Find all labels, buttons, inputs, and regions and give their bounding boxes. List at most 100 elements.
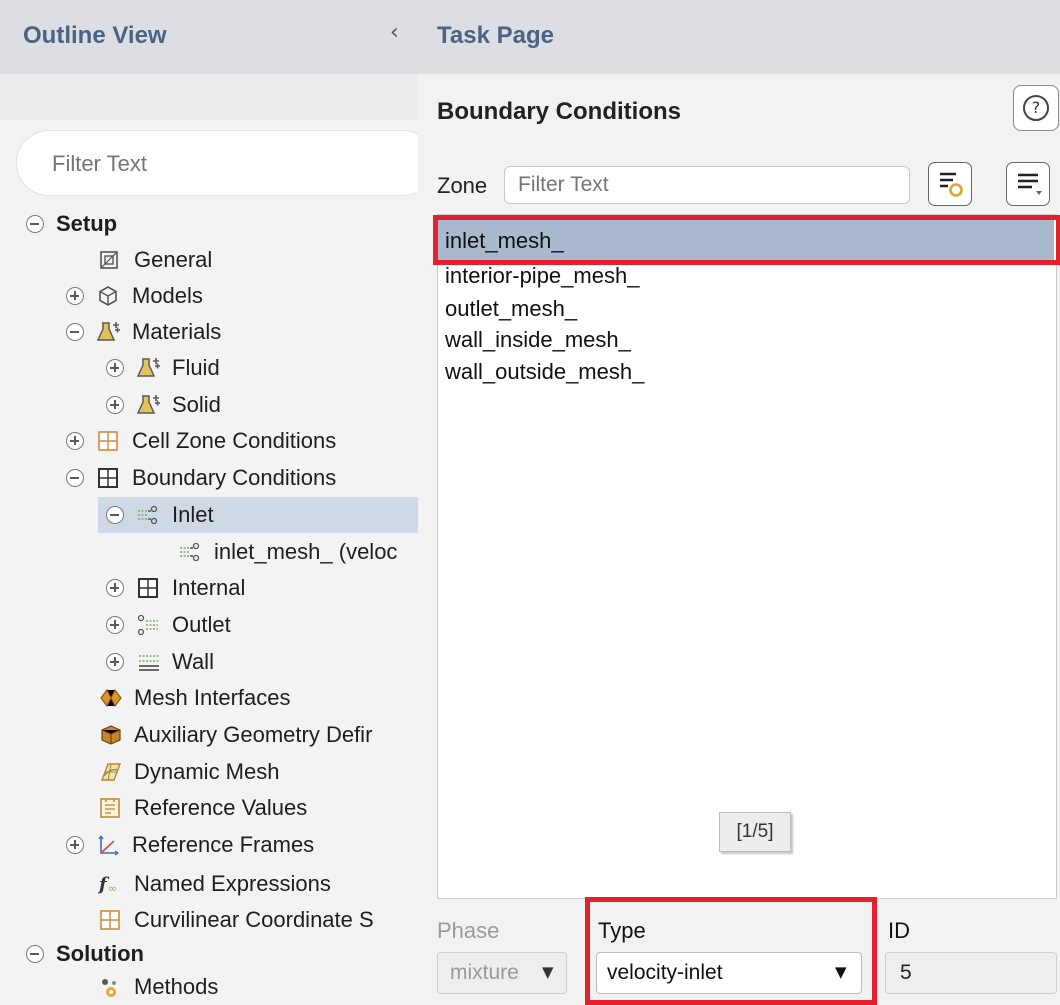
materials-icon: [136, 393, 162, 417]
tree-item-label: General: [134, 247, 213, 272]
collapse-toggle-icon[interactable]: [66, 323, 84, 341]
expand-toggle-icon[interactable]: [66, 287, 84, 305]
tree-item-label: Inlet: [172, 502, 214, 527]
reference-frames-icon: [96, 833, 122, 857]
tree-item-wall[interactable]: Wall: [106, 644, 214, 680]
boundary-icon: [96, 466, 122, 490]
expand-toggle-icon[interactable]: [106, 653, 124, 671]
chevron-down-icon: ▼: [542, 963, 554, 981]
tree-item-materials[interactable]: Materials: [66, 314, 221, 350]
expand-toggle-icon[interactable]: [66, 432, 84, 450]
tree-item-label: Outlet: [172, 612, 231, 637]
tree-item-inlet-mesh[interactable]: inlet_mesh_ (veloc: [178, 534, 397, 570]
tree-item-label: Solid: [172, 392, 221, 417]
collapse-toggle-icon[interactable]: [26, 215, 44, 233]
tree-item-inlet[interactable]: Inlet: [98, 497, 418, 533]
tree-item-label: Cell Zone Conditions: [132, 428, 337, 453]
named-expressions-icon: f ∞: [97, 872, 124, 896]
id-label: ID: [888, 918, 910, 943]
expand-toggle-icon[interactable]: [106, 616, 124, 634]
annotation-highlight-zone: [433, 215, 1060, 265]
tree-item-label: Boundary Conditions: [132, 465, 337, 490]
tree-item-internal[interactable]: Internal: [106, 570, 245, 606]
tree-item-label: Mesh Interfaces: [134, 685, 291, 710]
tree-item-label: Named Expressions: [134, 871, 331, 896]
tree-item-methods[interactable]: Methods: [98, 969, 218, 1005]
tree-item-reference-values[interactable]: Reference Values: [98, 790, 307, 826]
svg-text:∞: ∞: [108, 882, 117, 895]
id-value: 5: [900, 961, 912, 984]
tree-item-mesh-interfaces[interactable]: Mesh Interfaces: [98, 680, 291, 716]
zone-label: Zone: [437, 173, 488, 198]
collapse-toggle-icon[interactable]: [26, 945, 44, 963]
tree-item-label: Setup: [56, 211, 118, 236]
tree-item-dynamic-mesh[interactable]: Dynamic Mesh: [98, 754, 279, 790]
dynamic-mesh-icon: [98, 760, 124, 784]
wall-icon: [136, 650, 162, 674]
tree-item-curvilinear-coordinate[interactable]: Curvilinear Coordinate S: [98, 902, 374, 938]
zone-item-outlet-mesh[interactable]: outlet_mesh_: [445, 292, 577, 326]
tree-item-setup[interactable]: Setup: [26, 206, 117, 242]
tree-item-solution[interactable]: Solution: [26, 936, 144, 972]
tree-item-label: Models: [132, 283, 203, 308]
expand-toggle-icon[interactable]: [106, 579, 124, 597]
inlet-icon: [178, 540, 204, 564]
tree-item-fluid[interactable]: Fluid: [106, 350, 220, 386]
zone-item-wall-inside-mesh[interactable]: wall_inside_mesh_: [445, 323, 631, 357]
auxiliary-geometry-icon: [98, 723, 124, 747]
list-options-button[interactable]: [1006, 162, 1050, 206]
phase-value: mixture: [450, 961, 519, 984]
collapse-panel-icon[interactable]: ‹: [390, 20, 399, 45]
tree-item-boundary-conditions[interactable]: Boundary Conditions: [66, 460, 336, 496]
tree-item-label: Reference Frames: [132, 832, 315, 857]
tree-item-label: Wall: [172, 649, 214, 674]
tree-item-cell-zone-conditions[interactable]: Cell Zone Conditions: [66, 423, 336, 459]
boundary-icon: [136, 576, 162, 600]
outline-toolbar-band: [0, 74, 418, 120]
zone-filter-input[interactable]: [516, 172, 900, 198]
tree-item-label: Methods: [134, 974, 219, 999]
tree-item-label: Fluid: [172, 355, 220, 380]
cell-zone-icon: [96, 429, 122, 453]
reference-values-icon: [98, 796, 124, 820]
phase-select: mixture ▼: [437, 952, 567, 994]
tree-item-named-expressions[interactable]: f ∞ Named Expressions: [97, 866, 331, 902]
tree-item-label: Dynamic Mesh: [134, 759, 280, 784]
section-title: Boundary Conditions: [437, 98, 681, 125]
tree-item-general[interactable]: General: [98, 242, 212, 278]
tree-item-label: Internal: [172, 575, 246, 600]
methods-icon: [98, 975, 124, 999]
zone-item-wall-outside-mesh[interactable]: wall_outside_mesh_: [445, 355, 644, 389]
tree-item-reference-frames[interactable]: Reference Frames: [66, 827, 314, 863]
tree-item-auxiliary-geometry[interactable]: Auxiliary Geometry Defir: [98, 717, 372, 753]
models-icon: [96, 284, 122, 308]
filter-options-button[interactable]: [928, 162, 972, 206]
materials-icon: [136, 356, 162, 380]
tree-item-label: Curvilinear Coordinate S: [134, 907, 374, 932]
outlet-icon: [136, 613, 162, 637]
tree-item-label: Reference Values: [134, 795, 308, 820]
tree-item-label: Auxiliary Geometry Defir: [134, 722, 373, 747]
tree-item-outlet[interactable]: Outlet: [106, 607, 231, 643]
annotation-highlight-type: [585, 897, 877, 1005]
mesh-interfaces-icon: [98, 686, 124, 710]
tree-item-label: inlet_mesh_ (veloc: [214, 539, 398, 564]
tree-item-solid[interactable]: Solid: [106, 387, 221, 423]
outline-view-title: Outline View: [23, 22, 167, 49]
tree-item-label: Solution: [56, 941, 144, 966]
cell-zone-icon: [98, 908, 124, 932]
general-icon: [98, 248, 124, 272]
phase-label: Phase: [437, 918, 500, 943]
expand-toggle-icon[interactable]: [106, 359, 124, 377]
outline-filter-input[interactable]: [50, 150, 384, 178]
selection-count-tooltip: [1/5]: [719, 812, 791, 852]
tree-item-label: Materials: [132, 319, 222, 344]
collapse-toggle-icon[interactable]: [66, 469, 84, 487]
tree-item-models[interactable]: Models: [66, 278, 203, 314]
list-menu-icon: [1018, 173, 1042, 195]
help-icon[interactable]: ?: [1023, 95, 1049, 121]
collapse-toggle-icon[interactable]: [106, 506, 124, 524]
expand-toggle-icon[interactable]: [66, 836, 84, 854]
expand-toggle-icon[interactable]: [106, 396, 124, 414]
materials-icon: [96, 320, 122, 344]
